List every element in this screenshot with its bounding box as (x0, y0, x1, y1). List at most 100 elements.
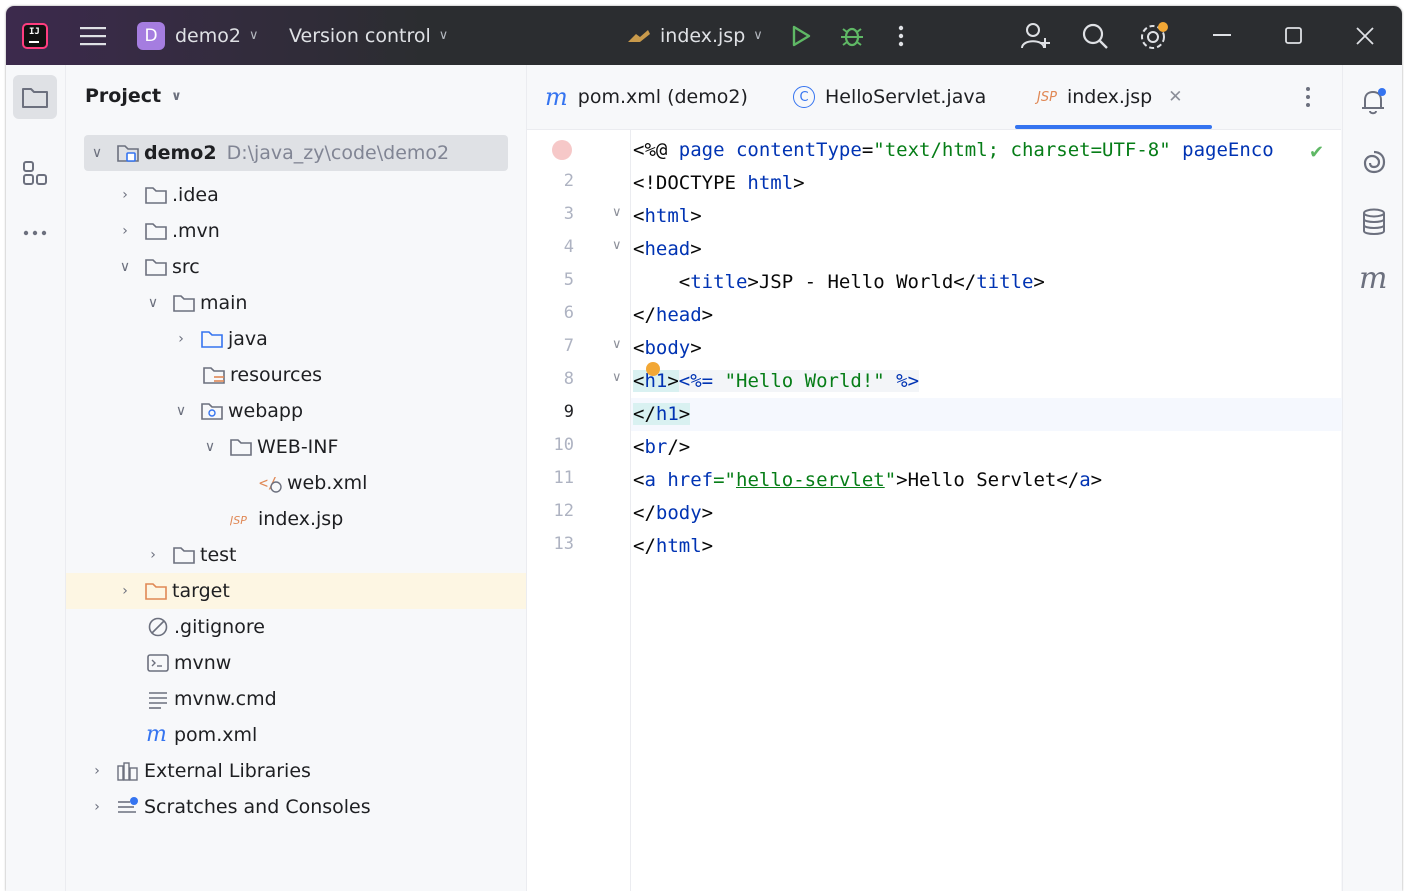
chevron-right-icon: › (94, 763, 100, 779)
tree-item-label: WEB-INF (257, 436, 339, 458)
chevron-down-icon: ∨ (175, 403, 187, 419)
folder-icon (22, 88, 48, 108)
hamburger-icon (80, 26, 106, 45)
jsp-file-icon: JSP (1037, 89, 1057, 105)
fold-chevron-icon[interactable]: ∨ (612, 238, 622, 253)
more-vertical-icon (1306, 87, 1310, 107)
more-tools-button[interactable] (13, 211, 57, 255)
tree-item-label: .idea (172, 184, 219, 206)
fold-chevron-icon[interactable]: ∨ (612, 337, 622, 352)
tree-item-label: mvnw (174, 652, 232, 674)
tree-item-path: D:\java_zy\code\demo2 (226, 142, 450, 164)
add-user-icon (1021, 22, 1050, 48)
ide-window: IJ D demo2 ∨ Version control ∨ index.jsp… (6, 6, 1402, 891)
scratches-icon (116, 796, 140, 818)
fold-chevron-icon[interactable]: ∨ (612, 370, 622, 385)
tree-item-index-jsp[interactable]: JSP index.jsp (66, 501, 526, 537)
settings-button[interactable] (1139, 6, 1169, 65)
source-folder-icon (200, 328, 224, 350)
maximize-button[interactable] (1285, 6, 1303, 65)
tree-item-label: .mvn (172, 220, 220, 242)
tree-item-label: web.xml (287, 472, 368, 494)
tab-options-button[interactable] (1305, 65, 1311, 129)
code-line: </body> (633, 502, 714, 524)
tree-item-src[interactable]: ∨ src (66, 249, 526, 285)
folder-icon (229, 436, 253, 458)
excluded-folder-icon (144, 580, 168, 602)
project-switcher[interactable]: D demo2 ∨ (137, 6, 259, 65)
vcs-widget[interactable]: Version control ∨ (289, 6, 448, 65)
tree-item-target[interactable]: › target (66, 573, 526, 609)
tab-pom-xml[interactable]: m pom.xml (demo2) (545, 65, 748, 129)
code-line: <!DOCTYPE html> (633, 172, 805, 194)
tree-item-mvn[interactable]: › .mvn (66, 213, 526, 249)
fold-chevron-icon[interactable]: ∨ (612, 205, 622, 220)
folder-icon (172, 544, 196, 566)
code-line: <title>JSP - Hello World</title> (633, 271, 1045, 293)
tree-item-mvnw-cmd[interactable]: mvnw.cmd (66, 681, 526, 717)
tree-item-label: src (172, 256, 200, 278)
database-icon (1363, 208, 1385, 235)
tree-item-gitignore[interactable]: .gitignore (66, 609, 526, 645)
line-number: 6 (563, 303, 574, 323)
line-number: 12 (553, 501, 574, 521)
tree-item-test[interactable]: › test (66, 537, 526, 573)
gear-icon (1141, 21, 1168, 49)
project-tool-button[interactable] (13, 75, 57, 119)
project-badge: D (137, 21, 165, 50)
tree-item-external-libraries[interactable]: › External Libraries (66, 753, 526, 789)
code-line-current: </h1> (631, 398, 1343, 431)
line-number: 3 (563, 204, 574, 224)
project-panel-header[interactable]: Project ∨ (85, 85, 182, 107)
tree-item-demo2[interactable]: ∨ demo2 D:\java_zy\code\demo2 (84, 135, 508, 171)
structure-tool-button[interactable] (13, 151, 57, 195)
code-line: <a href="hello-servlet">Hello Servlet</a… (633, 469, 1103, 491)
tree-item-scratches[interactable]: › Scratches and Consoles (66, 789, 526, 825)
maximize-icon (1285, 26, 1302, 44)
chevron-down-icon: ∨ (204, 439, 216, 455)
intention-bulb-icon[interactable] (646, 362, 660, 376)
chevron-down-icon: ∨ (91, 145, 103, 161)
tree-item-webapp[interactable]: ∨ webapp (66, 393, 526, 429)
notifications-button[interactable] (1359, 87, 1389, 117)
tree-item-web-inf[interactable]: ∨ WEB-INF (66, 429, 526, 465)
tree-item-label: test (200, 544, 237, 566)
ai-assistant-button[interactable] (1359, 147, 1389, 177)
run-config-selector[interactable]: index.jsp ∨ (626, 6, 763, 65)
minimize-button[interactable] (1213, 6, 1231, 65)
search-everywhere-button[interactable] (1081, 6, 1109, 65)
intellij-logo-icon[interactable]: IJ (22, 23, 48, 49)
right-tool-strip: m (1342, 65, 1402, 891)
code-with-me-button[interactable] (1021, 6, 1051, 65)
database-button[interactable] (1359, 207, 1389, 237)
tree-item-mvnw[interactable]: mvnw (66, 645, 526, 681)
tree-item-main[interactable]: ∨ main (66, 285, 526, 321)
tree-item-pom-xml[interactable]: m pom.xml (66, 717, 526, 753)
line-number: 10 (553, 435, 574, 455)
tab-index-jsp[interactable]: JSP index.jsp ✕ (1014, 65, 1214, 129)
vcs-label: Version control (289, 24, 431, 47)
code-text[interactable]: <%@ page contentType="text/html; charset… (631, 130, 1343, 891)
debug-bug-icon (841, 27, 863, 46)
maven-file-icon: m (545, 83, 568, 111)
breakpoint-icon[interactable] (552, 140, 572, 160)
debug-button[interactable] (839, 6, 865, 65)
tree-item-idea[interactable]: › .idea (66, 177, 526, 213)
tree-item-resources[interactable]: resources (66, 357, 526, 393)
folder-icon (144, 184, 168, 206)
run-button[interactable] (790, 6, 812, 65)
tab-label: pom.xml (demo2) (577, 86, 748, 108)
more-actions-button[interactable] (897, 6, 905, 65)
minimize-icon (1213, 33, 1231, 36)
close-window-button[interactable] (1356, 6, 1374, 65)
tree-item-java[interactable]: › java (66, 321, 526, 357)
maven-button[interactable]: m (1359, 265, 1389, 295)
close-tab-icon[interactable]: ✕ (1168, 87, 1182, 107)
main-menu-button[interactable] (80, 6, 106, 65)
tab-helloservlet-java[interactable]: C HelloServlet.java (793, 65, 986, 129)
tree-item-web-xml[interactable]: </ web.xml (66, 465, 526, 501)
chevron-down-icon: ∨ (147, 295, 159, 311)
inspection-ok-icon[interactable]: ✔ (1309, 142, 1324, 163)
line-number: 13 (553, 534, 574, 554)
maven-icon: m (1359, 266, 1387, 294)
